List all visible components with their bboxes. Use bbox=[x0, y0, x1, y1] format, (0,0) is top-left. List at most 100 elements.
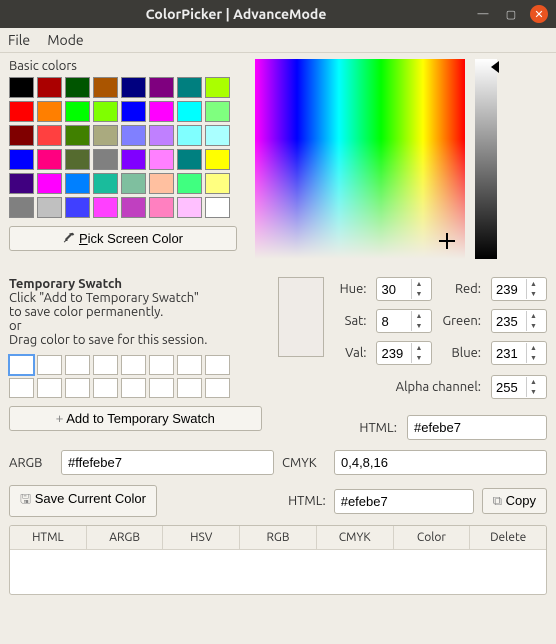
basic-swatch[interactable] bbox=[37, 125, 62, 146]
temp-slot[interactable] bbox=[93, 378, 118, 398]
basic-swatch[interactable] bbox=[93, 197, 118, 218]
chevron-up-icon[interactable]: ▲ bbox=[527, 311, 540, 321]
temp-slot[interactable] bbox=[9, 378, 34, 398]
chevron-down-icon[interactable]: ▼ bbox=[412, 353, 425, 363]
maximize-button[interactable]: ▢ bbox=[502, 5, 520, 23]
basic-swatch[interactable] bbox=[205, 149, 230, 170]
basic-swatch[interactable] bbox=[65, 77, 90, 98]
temp-slot[interactable] bbox=[121, 378, 146, 398]
basic-swatch[interactable] bbox=[121, 77, 146, 98]
menu-mode[interactable]: Mode bbox=[47, 32, 83, 48]
basic-swatch[interactable] bbox=[9, 149, 34, 170]
basic-swatch[interactable] bbox=[177, 77, 202, 98]
basic-swatch[interactable] bbox=[205, 197, 230, 218]
basic-swatch[interactable] bbox=[37, 77, 62, 98]
table-header-color[interactable]: Color bbox=[394, 526, 471, 549]
temp-slot[interactable] bbox=[177, 355, 202, 375]
temp-slot[interactable] bbox=[205, 378, 230, 398]
add-temp-swatch-button[interactable]: + Add to Temporary Swatch bbox=[9, 406, 262, 431]
basic-swatch[interactable] bbox=[149, 197, 174, 218]
color-field[interactable] bbox=[255, 59, 465, 259]
table-header-html[interactable]: HTML bbox=[10, 526, 87, 549]
table-header-cmyk[interactable]: CMYK bbox=[317, 526, 394, 549]
chevron-down-icon[interactable]: ▼ bbox=[527, 353, 540, 363]
basic-swatch[interactable] bbox=[177, 149, 202, 170]
basic-swatch[interactable] bbox=[205, 101, 230, 122]
basic-swatch[interactable] bbox=[177, 173, 202, 194]
temp-slot[interactable] bbox=[149, 378, 174, 398]
basic-swatch[interactable] bbox=[9, 197, 34, 218]
temp-slot[interactable] bbox=[177, 378, 202, 398]
table-header-rgb[interactable]: RGB bbox=[240, 526, 317, 549]
val-input[interactable]: ▲▼ bbox=[376, 341, 432, 365]
basic-swatch[interactable] bbox=[65, 173, 90, 194]
chevron-down-icon[interactable]: ▼ bbox=[412, 289, 425, 299]
argb-input[interactable] bbox=[61, 450, 274, 475]
table-body[interactable] bbox=[10, 550, 546, 594]
chevron-up-icon[interactable]: ▲ bbox=[412, 343, 425, 353]
html2-input[interactable] bbox=[334, 489, 474, 514]
chevron-up-icon[interactable]: ▲ bbox=[527, 377, 540, 387]
table-header-delete[interactable]: Delete bbox=[470, 526, 546, 549]
cmyk-input[interactable] bbox=[334, 450, 547, 475]
basic-swatch[interactable] bbox=[121, 125, 146, 146]
pick-screen-color-button[interactable]: Pick Screen Color bbox=[9, 226, 237, 251]
basic-swatch[interactable] bbox=[65, 101, 90, 122]
basic-swatch[interactable] bbox=[149, 149, 174, 170]
basic-swatch[interactable] bbox=[121, 197, 146, 218]
blue-input[interactable]: ▲▼ bbox=[491, 341, 547, 365]
chevron-down-icon[interactable]: ▼ bbox=[412, 321, 425, 331]
alpha-input[interactable]: ▲▼ bbox=[491, 375, 547, 399]
copy-button[interactable]: ⧉ Copy bbox=[482, 488, 547, 514]
save-current-color-button[interactable]: 🖫 Save Current Color bbox=[9, 485, 157, 517]
basic-swatch[interactable] bbox=[149, 125, 174, 146]
chevron-up-icon[interactable]: ▲ bbox=[412, 311, 425, 321]
basic-swatch[interactable] bbox=[37, 101, 62, 122]
chevron-down-icon[interactable]: ▼ bbox=[527, 387, 540, 397]
chevron-down-icon[interactable]: ▼ bbox=[527, 321, 540, 331]
temp-slot[interactable] bbox=[65, 355, 90, 375]
basic-swatch[interactable] bbox=[205, 173, 230, 194]
minimize-button[interactable]: — bbox=[474, 5, 492, 23]
temp-slot[interactable] bbox=[65, 378, 90, 398]
basic-swatch[interactable] bbox=[177, 197, 202, 218]
basic-swatch[interactable] bbox=[177, 101, 202, 122]
temp-slot[interactable] bbox=[37, 355, 62, 375]
basic-swatch[interactable] bbox=[65, 125, 90, 146]
basic-swatch[interactable] bbox=[121, 101, 146, 122]
basic-swatch[interactable] bbox=[9, 125, 34, 146]
basic-swatch[interactable] bbox=[205, 77, 230, 98]
basic-swatch[interactable] bbox=[93, 149, 118, 170]
chevron-down-icon[interactable]: ▼ bbox=[527, 289, 540, 299]
temp-slot[interactable] bbox=[37, 378, 62, 398]
basic-swatch[interactable] bbox=[93, 125, 118, 146]
basic-swatch[interactable] bbox=[149, 173, 174, 194]
basic-swatch[interactable] bbox=[205, 125, 230, 146]
sat-input[interactable]: ▲▼ bbox=[376, 309, 432, 333]
basic-swatch[interactable] bbox=[9, 77, 34, 98]
basic-swatch[interactable] bbox=[121, 149, 146, 170]
menu-file[interactable]: File bbox=[8, 32, 30, 48]
basic-swatch[interactable] bbox=[93, 101, 118, 122]
basic-swatch[interactable] bbox=[149, 101, 174, 122]
temp-slot[interactable] bbox=[93, 355, 118, 375]
basic-swatch[interactable] bbox=[37, 173, 62, 194]
basic-swatch[interactable] bbox=[177, 125, 202, 146]
close-button[interactable]: ✕ bbox=[530, 5, 548, 23]
basic-swatch[interactable] bbox=[93, 77, 118, 98]
basic-swatch[interactable] bbox=[65, 149, 90, 170]
chevron-up-icon[interactable]: ▲ bbox=[412, 279, 425, 289]
temp-slot[interactable] bbox=[121, 355, 146, 375]
red-input[interactable]: ▲▼ bbox=[491, 277, 547, 301]
hue-input[interactable]: ▲▼ bbox=[376, 277, 432, 301]
basic-swatch[interactable] bbox=[37, 149, 62, 170]
table-header-hsv[interactable]: HSV bbox=[163, 526, 240, 549]
chevron-up-icon[interactable]: ▲ bbox=[527, 343, 540, 353]
temp-slot[interactable] bbox=[149, 355, 174, 375]
temp-slot[interactable] bbox=[205, 355, 230, 375]
table-header-argb[interactable]: ARGB bbox=[87, 526, 164, 549]
basic-swatch[interactable] bbox=[149, 77, 174, 98]
basic-swatch[interactable] bbox=[121, 173, 146, 194]
value-slider[interactable] bbox=[475, 59, 497, 259]
basic-swatch[interactable] bbox=[9, 173, 34, 194]
